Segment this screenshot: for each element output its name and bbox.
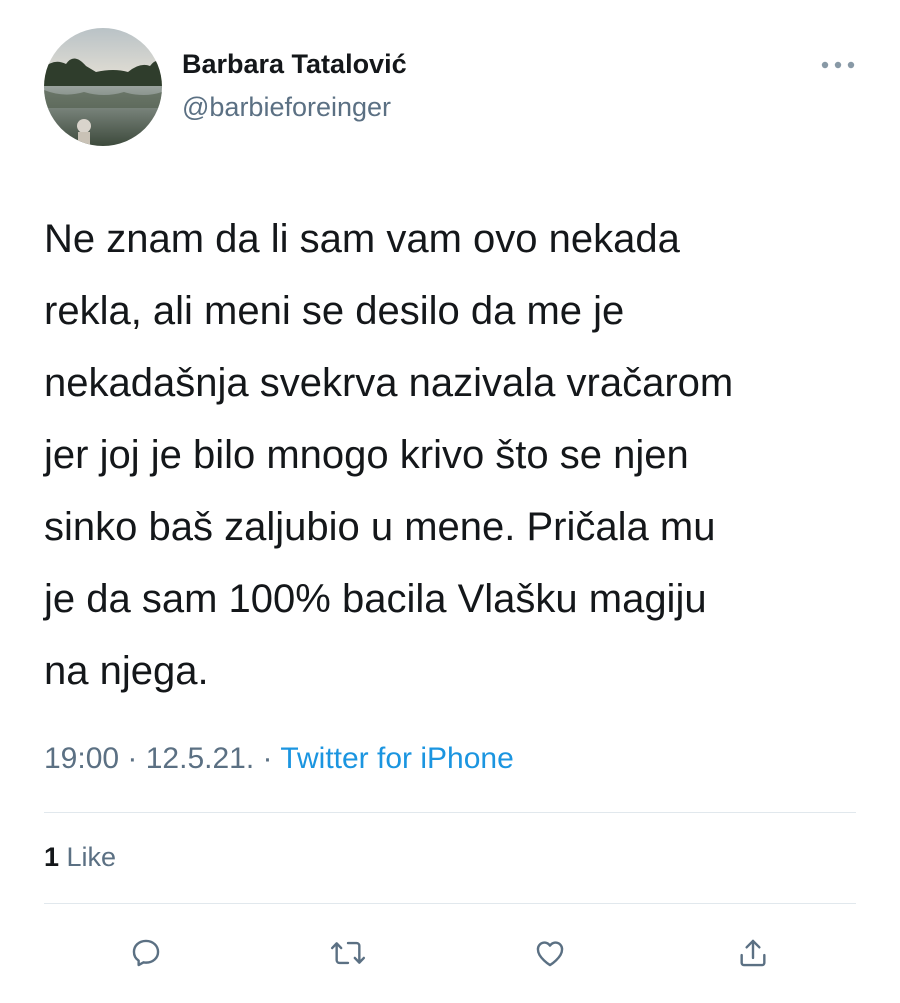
tweet-detail: Barbara Tatalović @barbieforeinger Ne zn…	[0, 0, 900, 1003]
tweet-meta: 19:00 · 12.5.21. · Twitter for iPhone	[44, 742, 514, 776]
like-button[interactable]	[525, 928, 575, 978]
tweet-source-link[interactable]: Twitter for iPhone	[280, 742, 513, 775]
reply-icon	[132, 939, 160, 967]
avatar[interactable]	[44, 28, 162, 146]
divider	[44, 812, 856, 813]
heart-icon	[536, 941, 564, 967]
author-display-name[interactable]: Barbara Tatalović	[182, 49, 407, 80]
retweet-icon	[330, 941, 366, 965]
divider	[44, 903, 856, 904]
more-options-button[interactable]	[816, 50, 860, 80]
share-button[interactable]	[728, 928, 778, 978]
likes-count-link[interactable]: 1 Like	[44, 842, 116, 873]
reply-button[interactable]	[121, 928, 171, 978]
meta-separator: ·	[119, 742, 146, 775]
like-count: 1	[44, 842, 60, 872]
meta-separator: ·	[254, 742, 281, 775]
tweet-text: Ne znam da li sam vam ovo nekada rekla, …	[44, 217, 734, 693]
share-icon	[740, 939, 766, 967]
ellipsis-icon	[821, 61, 855, 69]
like-label: Like	[59, 842, 117, 872]
retweet-button[interactable]	[323, 928, 373, 978]
author-handle[interactable]: @barbieforeinger	[182, 92, 391, 123]
tweet-date[interactable]: 12.5.21.	[146, 742, 254, 775]
avatar-photo	[44, 28, 162, 146]
tweet-time[interactable]: 19:00	[44, 742, 119, 775]
